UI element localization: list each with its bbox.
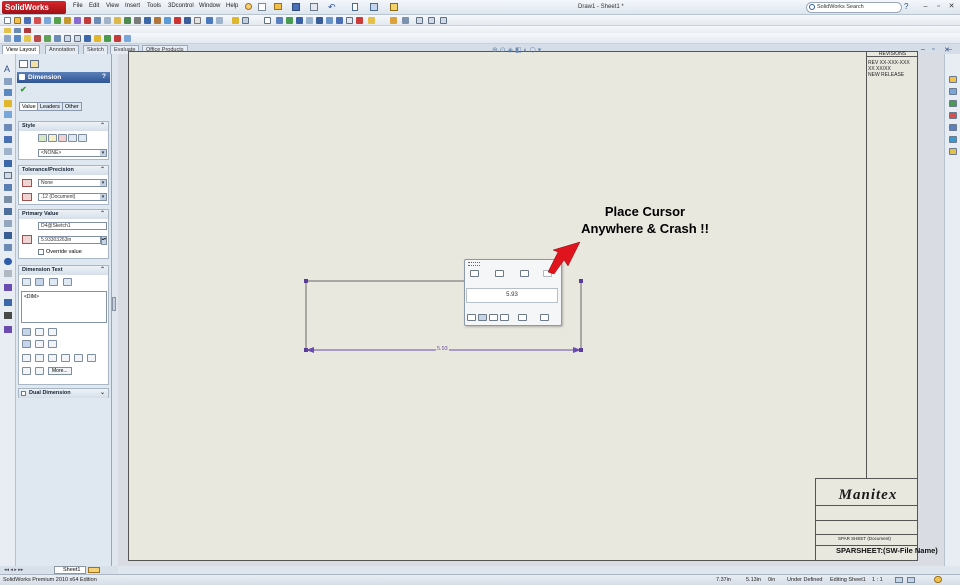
task-pane-strip: – (944, 46, 960, 566)
palette-value-field[interactable]: 5.93 (466, 288, 558, 303)
help-balloon-icon[interactable] (934, 576, 942, 583)
tab-scroll-arrows[interactable]: ◂◂ ◂ ▸ ▸▸ (4, 567, 23, 573)
palette-text-icon-3[interactable] (489, 314, 498, 321)
palette-units-icon[interactable] (520, 270, 529, 277)
sketch-point-tr (579, 279, 583, 283)
file-explorer-icon[interactable] (949, 100, 957, 107)
sheet-tab[interactable]: Sheet1 (54, 566, 86, 574)
add-sheet-icon[interactable] (88, 567, 100, 573)
title-block-divider (815, 520, 918, 521)
search-pane-icon[interactable] (949, 112, 957, 119)
edition-label: SolidWorks Premium 2010 x64 Edition (3, 577, 97, 583)
appearances-icon[interactable] (949, 136, 957, 143)
scale-status[interactable]: 1 : 1 (872, 575, 883, 585)
annotation-line-1: Place Cursor (604, 204, 686, 219)
sketch-point-tl (304, 279, 308, 283)
doc-minimize-icon[interactable]: – (921, 46, 925, 53)
crash-annotation: Place Cursor Anywhere & Crash !! (560, 203, 730, 237)
sheet-description: SPAR SHEET (Document) (838, 536, 891, 541)
sw-resources-icon[interactable] (949, 76, 957, 83)
palette-justify-icon[interactable] (518, 314, 527, 321)
dimension-text[interactable]: 5.93 (436, 346, 449, 352)
title-block-divider (815, 534, 918, 535)
y-coordinate: 5.13in (746, 577, 761, 583)
palette-grip[interactable] (468, 262, 480, 266)
design-library-icon[interactable] (949, 88, 957, 95)
palette-text-icon-4[interactable] (500, 314, 509, 321)
editing-status: Editing Sheet1 (830, 577, 866, 583)
red-arrow-pointer (547, 241, 581, 274)
dimension-arrow-right (573, 347, 581, 353)
palette-text-icon-1[interactable] (467, 314, 476, 321)
sheet-file-name: SPARSHEET:(SW-File Name) (836, 546, 938, 555)
z-coordinate: 0in (768, 577, 776, 583)
title-block-divider (815, 505, 918, 506)
custom-properties-icon[interactable] (949, 148, 957, 155)
status-bar: SolidWorks Premium 2010 x64 Edition 7.37… (0, 574, 960, 585)
company-logo: Manitex (838, 487, 898, 503)
doc-restore-icon[interactable]: ▫ (932, 46, 934, 53)
units-icon[interactable] (895, 577, 903, 583)
view-palette-icon[interactable] (949, 124, 957, 131)
palette-arrow-style-icon[interactable] (540, 314, 549, 321)
palette-tolerance-icon[interactable] (470, 270, 479, 277)
x-coordinate: 7.37in (716, 577, 731, 583)
dimension-arrow-left (306, 347, 314, 353)
rebuild-status-icon[interactable] (907, 577, 915, 583)
annotation-line-2: Anywhere & Crash !! (581, 221, 709, 236)
doc-close-icon[interactable]: ✕ (944, 46, 950, 54)
palette-text-icon-2[interactable] (478, 314, 487, 321)
palette-precision-icon[interactable] (495, 270, 504, 277)
sketch-state: Under Defined (787, 577, 823, 583)
